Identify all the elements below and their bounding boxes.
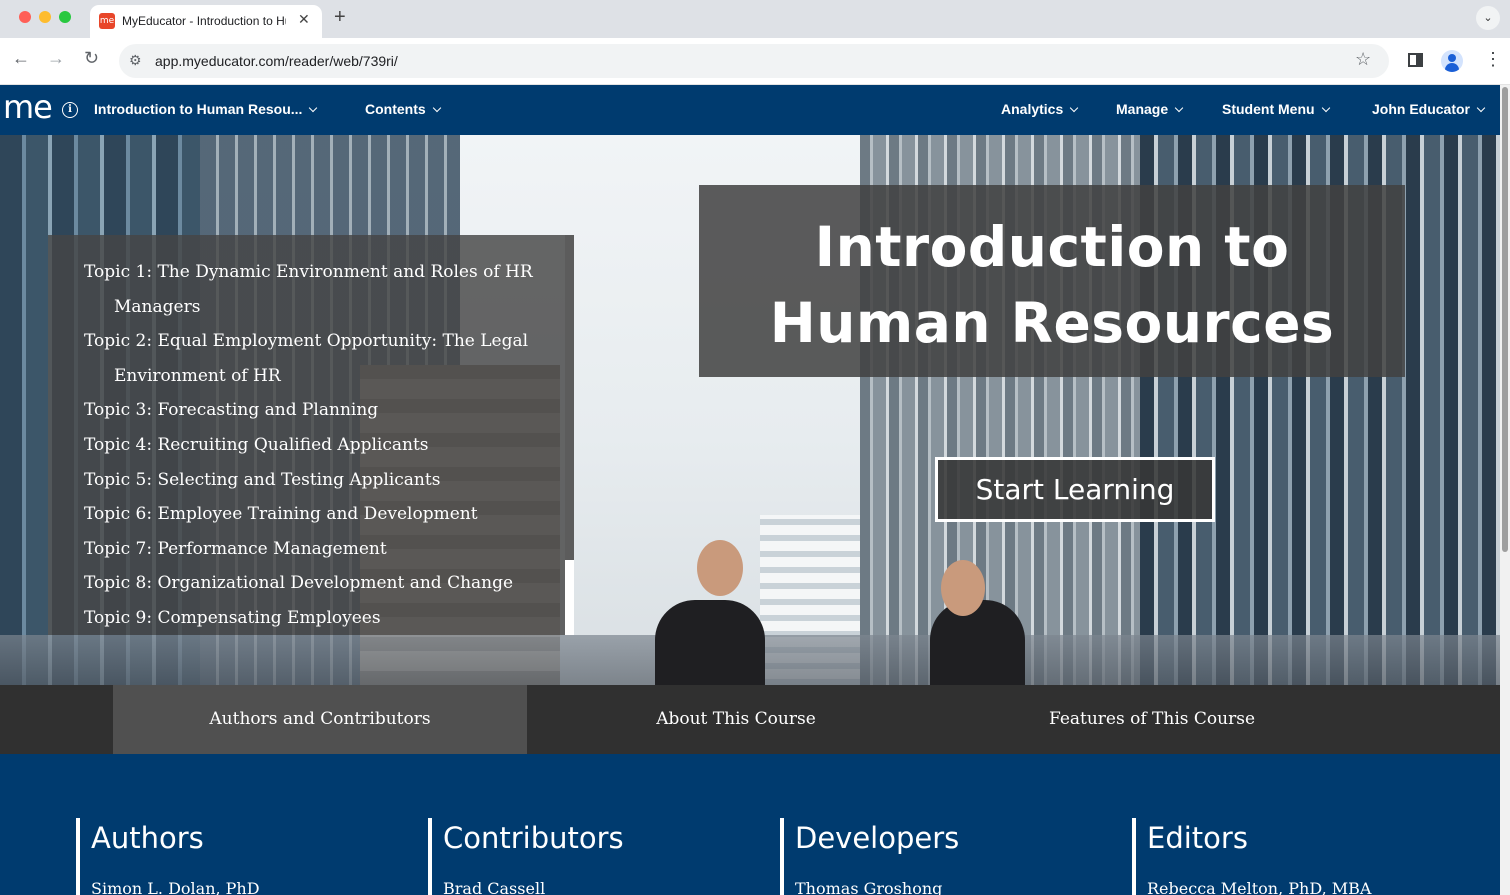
tab-about-this-course[interactable]: About This Course	[529, 685, 943, 754]
chevron-down-icon	[1321, 103, 1330, 113]
manage-menu-label: Manage	[1116, 101, 1169, 117]
maximize-window-button[interactable]	[59, 11, 71, 23]
user-menu-label: John Educator	[1372, 101, 1471, 117]
chevron-down-icon	[1476, 103, 1486, 113]
start-learning-button[interactable]: Start Learning	[935, 457, 1215, 522]
address-bar[interactable]: ⚙ app.myeducator.com/reader/web/739ri/ ☆	[119, 44, 1389, 78]
topic-link[interactable]: Topic 9: Compensating Employees	[84, 601, 534, 636]
browser-tab-strip: me MyEducator - Introduction to Human Re…	[0, 0, 1510, 38]
profile-avatar-icon[interactable]	[1441, 50, 1463, 72]
credits-developers: Developers Thomas Groshong	[780, 818, 1100, 895]
student-menu[interactable]: Student Menu	[1222, 101, 1330, 117]
course-menu[interactable]: Introduction to Human Resou...	[94, 101, 318, 117]
course-title-line-1: Introduction to	[814, 215, 1290, 279]
tab-close-icon[interactable]: ✕	[298, 11, 310, 28]
credits-section: Authors Simon L. Dolan, PhD Contributors…	[0, 754, 1500, 895]
chevron-down-icon	[309, 103, 318, 113]
topic-list: Topic 1: The Dynamic Environment and Rol…	[84, 255, 534, 636]
tab-search-chevron-icon[interactable]: ⌄	[1476, 6, 1500, 30]
topic-link[interactable]: Topic 8: Organizational Development and …	[84, 566, 534, 601]
topic-link[interactable]: Topic 3: Forecasting and Planning	[84, 393, 534, 428]
app-navbar: me i Introduction to Human Resou... Cont…	[0, 85, 1500, 135]
credit-heading: Developers	[795, 821, 960, 855]
site-settings-icon[interactable]: ⚙	[129, 52, 142, 69]
browser-toolbar: ← → ↻ ⚙ app.myeducator.com/reader/web/73…	[0, 38, 1510, 85]
course-title-box: Introduction to Human Resources	[699, 185, 1405, 377]
topic-link[interactable]: Topic 2: Equal Employment Opportunity: T…	[84, 324, 534, 393]
topic-link[interactable]: Topic 5: Selecting and Testing Applicant…	[84, 463, 534, 498]
chevron-down-icon	[432, 103, 441, 113]
tab-authors-and-contributors[interactable]: Authors and Contributors	[113, 685, 527, 754]
manage-menu[interactable]: Manage	[1116, 101, 1184, 117]
page-scrollbar-thumb[interactable]	[1502, 87, 1508, 552]
credit-name[interactable]: Brad Cassell	[443, 876, 748, 895]
bookmark-star-icon[interactable]: ☆	[1355, 49, 1371, 70]
reload-icon[interactable]: ↻	[84, 48, 99, 69]
topics-scrollbar-thumb[interactable]	[565, 560, 574, 635]
side-panel-icon[interactable]	[1408, 53, 1423, 67]
info-icon[interactable]: i	[62, 102, 78, 118]
user-menu[interactable]: John Educator	[1372, 101, 1486, 117]
contents-menu-label: Contents	[365, 101, 426, 117]
minimize-window-button[interactable]	[39, 11, 51, 23]
tab-features-of-this-course[interactable]: Features of This Course	[945, 685, 1359, 754]
tab-title: MyEducator - Introduction to Human Resou…	[122, 14, 286, 28]
course-title: Introduction to Human Resources	[699, 209, 1405, 361]
credits-editors: Editors Rebecca Melton, PhD, MBA	[1132, 818, 1452, 895]
analytics-menu-label: Analytics	[1001, 101, 1064, 117]
credit-name[interactable]: Rebecca Melton, PhD, MBA	[1147, 876, 1452, 895]
topics-panel: Topic 1: The Dynamic Environment and Rol…	[48, 235, 574, 635]
course-info-tabs: Authors and Contributors About This Cour…	[0, 685, 1500, 754]
credits-authors: Authors Simon L. Dolan, PhD	[76, 818, 396, 895]
browser-menu-kebab-icon[interactable]: ⋮	[1484, 49, 1502, 70]
back-arrow-icon[interactable]: ←	[12, 48, 30, 69]
close-window-button[interactable]	[19, 11, 31, 23]
credit-name[interactable]: Simon L. Dolan, PhD	[91, 876, 396, 895]
topic-link[interactable]: Topic 7: Performance Management	[84, 532, 534, 567]
student-menu-label: Student Menu	[1222, 101, 1315, 117]
credit-heading: Authors	[91, 821, 204, 855]
course-title-line-2: Human Resources	[769, 291, 1335, 355]
new-tab-icon[interactable]: +	[334, 6, 346, 29]
topic-link[interactable]: Topic 1: The Dynamic Environment and Rol…	[84, 255, 534, 324]
page-scrollbar[interactable]	[1500, 85, 1510, 895]
browser-tab[interactable]: me MyEducator - Introduction to Human Re…	[90, 5, 322, 38]
forward-arrow-icon[interactable]: →	[47, 48, 65, 69]
credit-heading: Contributors	[443, 821, 624, 855]
topic-link[interactable]: Topic 6: Employee Training and Developme…	[84, 497, 534, 532]
topic-link[interactable]: Topic 4: Recruiting Qualified Applicants	[84, 428, 534, 463]
course-menu-label: Introduction to Human Resou...	[94, 101, 303, 117]
credit-heading: Editors	[1147, 821, 1248, 855]
contents-menu[interactable]: Contents	[365, 101, 441, 117]
myeducator-logo[interactable]: me	[3, 89, 53, 125]
chevron-down-icon	[1174, 103, 1184, 113]
credit-name[interactable]: Thomas Groshong	[795, 876, 1100, 895]
myeducator-favicon-icon: me	[99, 13, 115, 29]
analytics-menu[interactable]: Analytics	[1001, 101, 1079, 117]
credits-contributors: Contributors Brad Cassell	[428, 818, 748, 895]
chevron-down-icon	[1070, 103, 1079, 113]
url-text[interactable]: app.myeducator.com/reader/web/739ri/	[155, 53, 398, 69]
topics-scrollbar[interactable]	[565, 235, 574, 635]
